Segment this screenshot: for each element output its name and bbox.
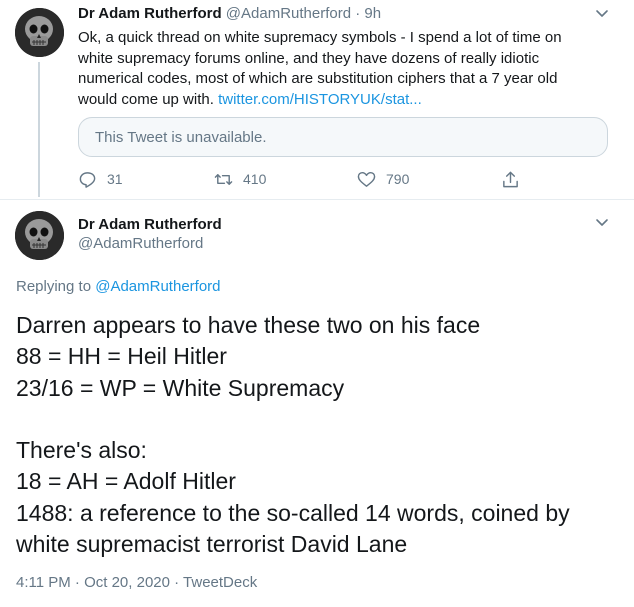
- handle[interactable]: @AdamRutherford: [226, 5, 351, 22]
- thread-connector-line: [38, 62, 40, 197]
- like-icon: [357, 171, 376, 187]
- tweet-text-line: Darren appears to have these two on his …: [16, 312, 481, 338]
- replying-prefix: Replying to: [16, 278, 92, 295]
- tweet-text-line: [16, 404, 616, 435]
- separator: ·: [355, 5, 361, 22]
- quoted-tweet-unavailable: This Tweet is unavailable.: [95, 129, 267, 146]
- tweet-text-line: would come up with.: [78, 90, 214, 108]
- share-button[interactable]: [501, 169, 530, 189]
- time-ago[interactable]: 9h: [364, 5, 381, 22]
- tweet-text-line: There's also:: [16, 437, 147, 464]
- handle[interactable]: @AdamRutherford: [78, 235, 222, 252]
- tweet-text: Darren appears to have these two on his …: [16, 310, 616, 560]
- like-button[interactable]: 790: [357, 169, 409, 189]
- tweet-text-line: 88 = HH = Heil Hitler: [16, 343, 227, 370]
- tweet-text-line: 1488: a reference to the so-called 14 wo…: [16, 499, 570, 526]
- tweet-text-line: white supremacist terrorist David Lane: [16, 531, 408, 558]
- reply-icon: [79, 171, 96, 188]
- retweet-count: 410: [243, 171, 267, 187]
- reply-button[interactable]: 31: [78, 169, 123, 189]
- tweet-parent[interactable]: Dr Adam Rutherford @AdamRutherford · 9h …: [0, 0, 634, 200]
- like-count: 790: [386, 171, 410, 187]
- tweet-header: Dr Adam Rutherford @AdamRutherford · 9h: [78, 5, 381, 22]
- tweet-text: Ok, a quick thread on white supremacy sy…: [78, 28, 618, 110]
- tweet-text-line: 18 = AH = Adolf Hitler: [16, 468, 236, 495]
- chevron-down-icon[interactable]: [594, 5, 610, 21]
- share-icon: [503, 171, 518, 187]
- avatar[interactable]: [15, 211, 64, 260]
- skull-avatar-image: [15, 211, 64, 260]
- tweet-text-line: Ok, a quick thread on white supremacy sy…: [78, 29, 562, 46]
- replying-handle[interactable]: @AdamRutherford: [95, 278, 220, 295]
- tweet-header: Dr Adam Rutherford @AdamRutherford: [78, 216, 222, 252]
- avatar[interactable]: [15, 8, 64, 57]
- display-name[interactable]: Dr Adam Rutherford: [78, 5, 222, 22]
- retweet-icon: [214, 173, 233, 185]
- tweet-text-line: 23/16 = WP = White Supremacy: [16, 374, 345, 401]
- tweet-text-line: numerical codes, most of which are subst…: [78, 70, 558, 87]
- display-name[interactable]: Dr Adam Rutherford: [78, 216, 222, 233]
- tweet-timestamp[interactable]: 4:11 PM · Oct 20, 2020 · TweetDeck: [16, 574, 257, 591]
- chevron-down-icon[interactable]: [594, 214, 610, 230]
- tweet-text-line: white supremacy forums online, and they …: [78, 49, 540, 67]
- replying-to: Replying to @AdamRutherford: [16, 278, 221, 295]
- tweet-link[interactable]: twitter.com/HISTORYUK/stat...: [218, 91, 422, 108]
- retweet-button[interactable]: 410: [214, 169, 266, 189]
- reply-count: 31: [107, 171, 123, 187]
- tweet-divider: [0, 199, 634, 200]
- skull-avatar-image: [15, 8, 64, 57]
- quoted-tweet-card[interactable]: This Tweet is unavailable.: [78, 117, 608, 157]
